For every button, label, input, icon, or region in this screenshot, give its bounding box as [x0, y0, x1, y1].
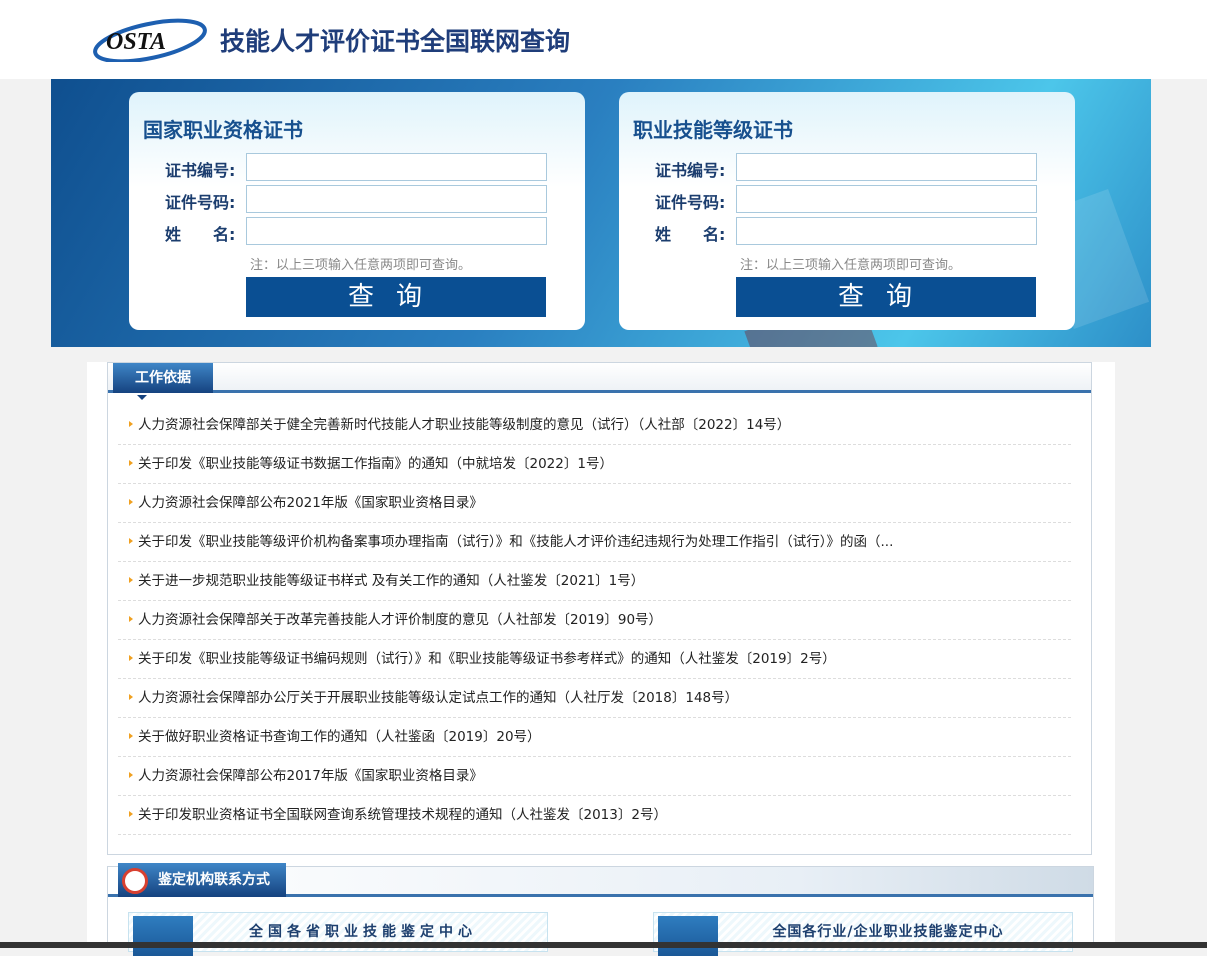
query-banner: 国家职业资格证书 证书编号: 证件号码: 姓 名: 注：以上三项输入任意两项即可…: [51, 79, 1151, 347]
basis-link[interactable]: 人力资源社会保障部公布2021年版《国家职业资格目录》: [118, 484, 1071, 523]
site-header: OSTA 技能人才评价证书全国联网查询: [0, 0, 1207, 79]
id-number-label: 证件号码:: [165, 189, 237, 213]
query-button[interactable]: 查询: [736, 277, 1036, 317]
basis-link[interactable]: 人力资源社会保障部办公厅关于开展职业技能等级认定试点工作的通知（人社厅发〔201…: [118, 679, 1071, 718]
id-number-input[interactable]: [736, 185, 1037, 213]
work-basis-tab[interactable]: 工作依据: [113, 363, 213, 393]
panel-header: 工作依据: [108, 363, 1091, 393]
basis-link[interactable]: 人力资源社会保障部关于健全完善新时代技能人才职业技能等级制度的意见（试行）（人社…: [118, 406, 1071, 445]
name-label: 姓 名:: [165, 221, 237, 245]
skill-level-form: 职业技能等级证书 证书编号: 证件号码: 姓 名: 注：以上三项输入任意两项即可…: [619, 92, 1075, 330]
basis-link[interactable]: 人力资源社会保障部关于改革完善技能人才评价制度的意见（人社部发〔2019〕90号…: [118, 601, 1071, 640]
form-title: 职业技能等级证书: [633, 114, 793, 143]
basis-link[interactable]: 关于印发职业资格证书全国联网查询系统管理技术规程的通知（人社鉴发〔2013〕2号…: [118, 796, 1071, 835]
form-title: 国家职业资格证书: [143, 114, 303, 143]
basis-link[interactable]: 关于印发《职业技能等级证书数据工作指南》的通知（中就培发〔2022〕1号）: [118, 445, 1071, 484]
site-title: 技能人才评价证书全国联网查询: [220, 22, 570, 58]
basis-link[interactable]: 关于进一步规范职业技能等级证书样式 及有关工作的通知（人社鉴发〔2021〕1号）: [118, 562, 1071, 601]
name-input[interactable]: [736, 217, 1037, 245]
query-button[interactable]: 查询: [246, 277, 546, 317]
bottom-bar: [0, 942, 1207, 948]
basis-link[interactable]: 人力资源社会保障部公布2017年版《国家职业资格目录》: [118, 757, 1071, 796]
form-note: 注：以上三项输入任意两项即可查询。: [740, 254, 961, 273]
basis-link[interactable]: 关于印发《职业技能等级评价机构备案事项办理指南（试行）》和《技能人才评价违纪违规…: [118, 523, 1071, 562]
contacts-title: 鉴定机构联系方式: [158, 872, 270, 888]
contacts-tab[interactable]: 鉴定机构联系方式: [118, 863, 286, 897]
lifebuoy-icon: [122, 868, 148, 894]
form-note: 注：以上三项输入任意两项即可查询。: [250, 254, 471, 273]
name-input[interactable]: [246, 217, 547, 245]
cert-number-label: 证书编号:: [165, 157, 237, 181]
name-label: 姓 名:: [655, 221, 727, 245]
id-number-input[interactable]: [246, 185, 547, 213]
cert-number-input[interactable]: [246, 153, 547, 181]
national-qualification-form: 国家职业资格证书 证书编号: 证件号码: 姓 名: 注：以上三项输入任意两项即可…: [129, 92, 585, 330]
id-number-label: 证件号码:: [655, 189, 727, 213]
cert-number-input[interactable]: [736, 153, 1037, 181]
basis-list: 人力资源社会保障部关于健全完善新时代技能人才职业技能等级制度的意见（试行）（人社…: [118, 406, 1071, 835]
svg-text:OSTA: OSTA: [106, 29, 166, 55]
basis-link[interactable]: 关于印发《职业技能等级证书编码规则（试行）》和《职业技能等级证书参考样式》的通知…: [118, 640, 1071, 679]
card-title: 全国各省职业技能鉴定中心: [129, 921, 547, 941]
osta-logo: OSTA: [92, 16, 210, 62]
cert-number-label: 证书编号:: [655, 157, 727, 181]
contacts-panel: 鉴定机构联系方式 全国各省职业技能鉴定中心 全国各行业/企业职业技能鉴定中心: [107, 866, 1094, 948]
panel-header: 鉴定机构联系方式: [108, 867, 1093, 897]
basis-link[interactable]: 关于做好职业资格证书查询工作的通知（人社鉴函〔2019〕20号）: [118, 718, 1071, 757]
card-title: 全国各行业/企业职业技能鉴定中心: [654, 921, 1072, 941]
work-basis-panel: 工作依据 人力资源社会保障部关于健全完善新时代技能人才职业技能等级制度的意见（试…: [107, 362, 1092, 855]
